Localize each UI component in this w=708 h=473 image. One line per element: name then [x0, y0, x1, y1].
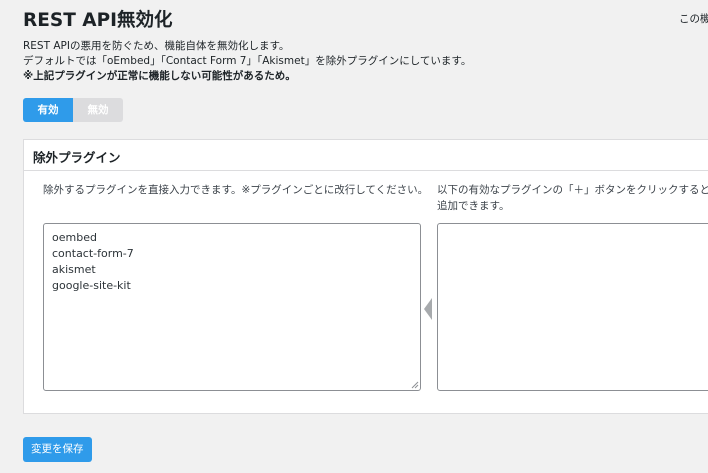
toggle-off-button[interactable]: 無効	[73, 98, 123, 122]
save-button[interactable]: 変更を保存	[23, 437, 92, 462]
plugin-line: akismet	[52, 263, 96, 276]
active-plugins-hint: 以下の有効なプラグインの「＋」ボタンをクリックすると、 追加できます。	[437, 182, 708, 214]
description-line-2: デフォルトでは「oEmbed」「Contact Form 7」「Akismet」…	[23, 55, 472, 67]
active-plugins-list[interactable]	[437, 223, 708, 391]
plugin-line: contact-form-7	[52, 247, 134, 260]
toggle-on-button[interactable]: 有効	[23, 98, 73, 122]
caret-left-icon	[424, 298, 432, 320]
excluded-plugins-hint: 除外するプラグインを直接入力できます。※プラグインごとに改行してください。	[43, 184, 429, 196]
resize-handle-icon[interactable]	[411, 381, 419, 389]
active-plugins-hint-line-2: 追加できます。	[437, 200, 510, 212]
top-right-text: この機	[679, 13, 708, 25]
excluded-plugins-textarea[interactable]: oembed contact-form-7 akismet google-sit…	[43, 223, 421, 391]
excluded-plugins-panel: 除外プラグイン 除外するプラグインを直接入力できます。※プラグインごとに改行して…	[23, 139, 708, 414]
panel-header	[24, 140, 708, 171]
description-line-1: REST APIの悪用を防ぐため、機能自体を無効化します。	[23, 40, 290, 52]
panel-title: 除外プラグイン	[33, 150, 121, 165]
description-warning: ※上記プラグインが正常に機能しない可能性があるため。	[23, 70, 296, 82]
enable-toggle[interactable]: 有効 無効	[23, 98, 123, 122]
active-plugins-hint-line-1: 以下の有効なプラグインの「＋」ボタンをクリックすると、	[437, 184, 708, 196]
description: REST APIの悪用を防ぐため、機能自体を無効化します。 デフォルトでは「oE…	[23, 39, 471, 84]
plugin-line: oembed	[52, 231, 97, 244]
plugin-line: google-site-kit	[52, 279, 131, 292]
page-title: REST API無効化	[23, 10, 173, 31]
